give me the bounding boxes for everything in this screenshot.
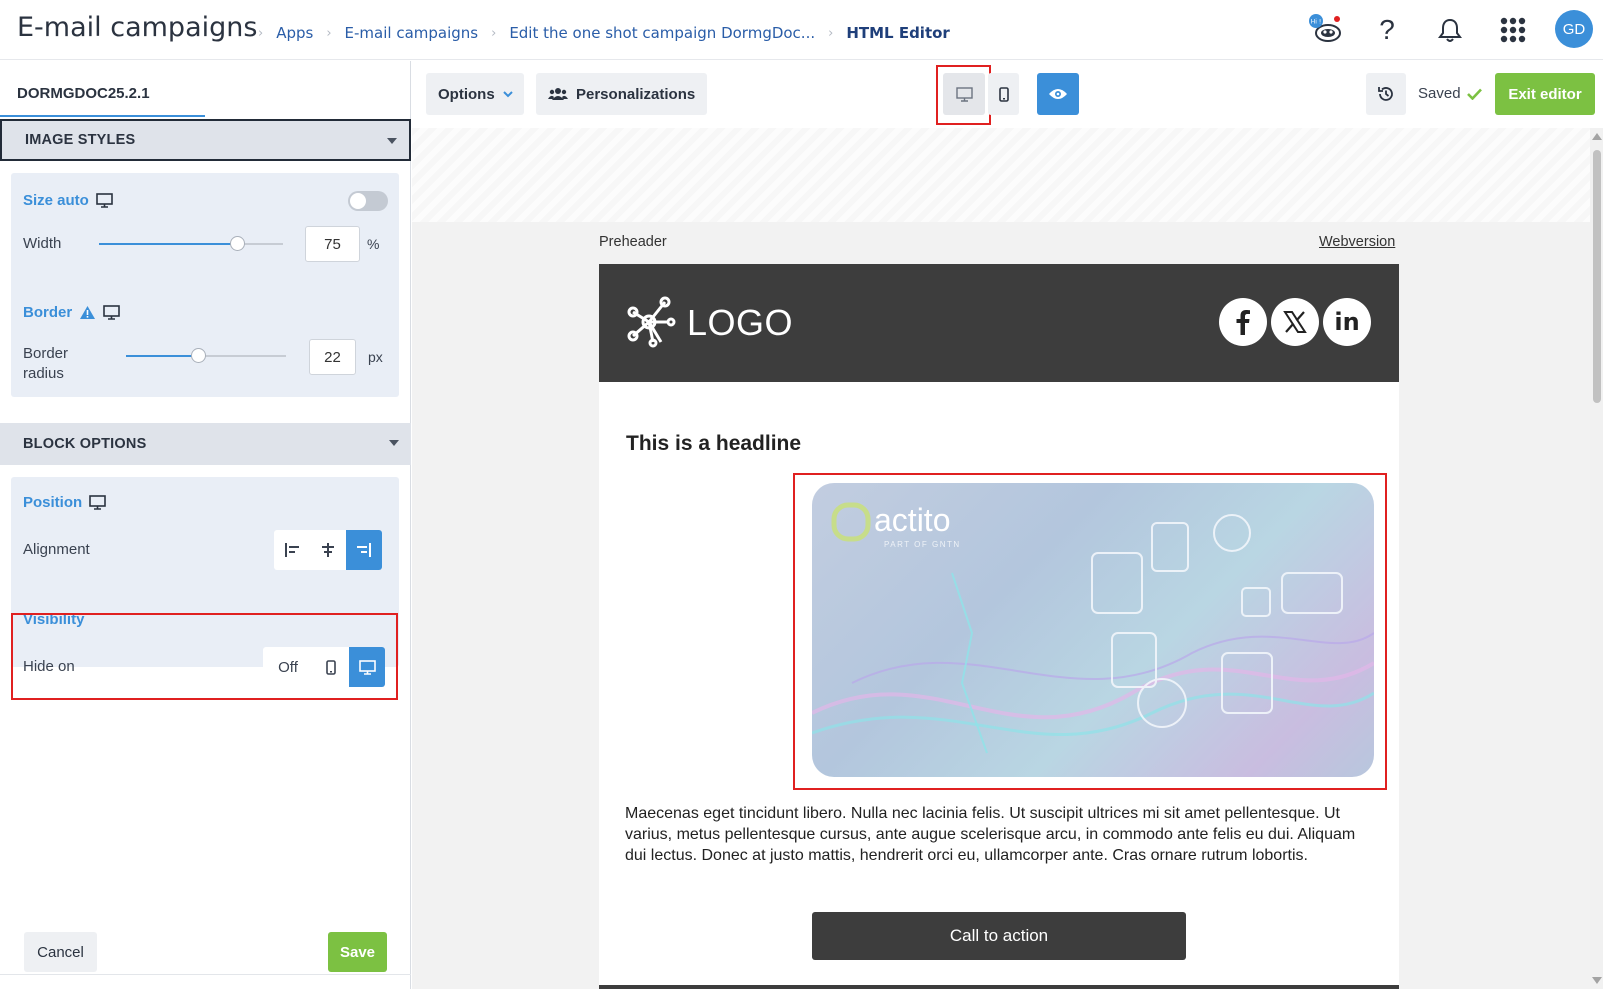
border-radius-unit: px [368,349,383,365]
block-options-title: BLOCK OPTIONS [23,436,147,452]
breadcrumb-separator: › [491,25,497,41]
scrollbar-thumb[interactable] [1593,150,1601,403]
align-right-icon [357,543,371,557]
width-slider[interactable] [99,236,283,251]
block-options-header[interactable]: BLOCK OPTIONS [0,423,411,465]
image-styles-card: Size auto Width 75 % Border Border radiu… [11,173,399,397]
selected-image-highlight [793,473,1387,790]
email-header-block[interactable]: LOGO in [599,264,1399,382]
apps-grid-icon[interactable] [1493,10,1533,50]
personalizations-label: Personalizations [576,85,696,103]
align-right-button[interactable] [346,530,382,570]
canvas-scrollbar[interactable] [1590,128,1603,989]
breadcrumb: › Apps › E-mail campaigns › Edit the one… [258,24,950,42]
image-styles-header[interactable]: IMAGE STYLES [0,119,411,161]
border-radius-slider[interactable] [126,348,286,363]
preview-button[interactable] [1037,73,1079,115]
email-footer-edge [599,985,1399,989]
campaign-tab[interactable]: DORMGDOC25.2.1 [17,85,150,102]
warning-icon [80,306,96,319]
breadcrumb-separator: › [326,25,332,41]
breadcrumb-apps[interactable]: Apps [276,24,313,42]
toggle-knob [350,193,366,209]
position-heading: Position [23,494,106,511]
visibility-highlight [11,613,398,700]
border-heading: Border [23,304,120,321]
desktop-view-highlight [936,65,991,125]
width-input[interactable]: 75 [305,226,360,262]
tab-underline [0,115,205,117]
check-icon [1466,88,1482,100]
top-header: E-mail campaigns › Apps › E-mail campaig… [0,0,1603,60]
cancel-button[interactable]: Cancel [24,932,97,972]
width-slider-thumb[interactable] [230,236,245,251]
x-icon[interactable] [1271,298,1319,346]
breadcrumb-separator: › [828,25,834,41]
scroll-down-icon[interactable] [1592,977,1602,984]
assistant-badge: Hi ! [1311,19,1322,26]
align-left-button[interactable] [274,530,310,570]
properties-panel: DORMGDOC25.2.1 IMAGE STYLES Size auto Wi… [0,61,411,989]
desktop-icon [96,193,113,208]
save-status: Saved [1418,85,1482,102]
linkedin-icon[interactable]: in [1323,298,1371,346]
saved-label: Saved [1418,85,1461,102]
alignment-selector [274,530,382,570]
align-left-icon [285,543,299,557]
width-slider-fill [99,243,237,245]
desktop-icon [103,305,120,320]
eye-icon [1049,89,1067,99]
save-button[interactable]: Save [328,932,387,972]
image-styles-title: IMAGE STYLES [25,132,136,148]
mobile-view-button[interactable] [988,73,1019,115]
alignment-label: Alignment [23,541,90,558]
canvas-top-area [412,128,1590,222]
options-label: Options [438,85,495,103]
size-auto-heading: Size auto [23,192,113,209]
history-icon [1378,87,1393,101]
logo-network-icon [627,296,676,348]
mobile-icon [998,86,1009,102]
exit-editor-button[interactable]: Exit editor [1495,73,1595,115]
size-auto-label: Size auto [23,192,89,209]
logo-text: LOGO [687,302,794,343]
breadcrumb-separator: › [258,25,264,41]
align-center-icon [322,543,334,557]
assistant-icon[interactable]: Hi ! [1305,10,1345,50]
email-paragraph[interactable]: Maecenas eget tincidunt libero. Nulla ne… [625,803,1370,866]
border-radius-slider-thumb[interactable] [191,348,206,363]
border-radius-input[interactable]: 22 [309,339,356,375]
desktop-icon [89,495,106,510]
caret-down-icon [389,440,399,446]
size-auto-toggle[interactable] [348,191,388,211]
history-button[interactable] [1366,73,1406,115]
options-dropdown[interactable]: Options [426,73,524,115]
caret-down-icon [387,138,397,144]
call-to-action-button[interactable]: Call to action [812,912,1186,960]
align-center-button[interactable] [310,530,346,570]
bell-icon[interactable] [1430,10,1470,50]
webversion-link[interactable]: Webversion [1319,234,1395,250]
width-label: Width [23,235,62,252]
users-icon [548,88,568,100]
border-radius-label-line2: radius [23,365,64,382]
border-label: Border [23,304,73,321]
width-unit: % [367,236,380,252]
app-title: E-mail campaigns [17,12,258,43]
breadcrumb-email-campaigns[interactable]: E-mail campaigns [345,24,479,42]
personalizations-button[interactable]: Personalizations [536,73,707,115]
avatar[interactable]: GD [1555,10,1593,48]
border-radius-slider-fill [126,355,198,357]
breadcrumb-current: HTML Editor [846,24,950,42]
position-label: Position [23,494,83,511]
scroll-up-icon[interactable] [1592,133,1602,140]
chevron-down-icon [502,90,513,97]
preheader-text[interactable]: Preheader [599,234,667,250]
panel-footer-divider [0,974,411,975]
help-icon[interactable]: ? [1367,10,1407,50]
email-headline[interactable]: This is a headline [626,432,801,456]
border-radius-label-line1: Border [23,345,69,362]
breadcrumb-edit-campaign[interactable]: Edit the one shot campaign DormgDoc... [509,24,815,42]
facebook-icon[interactable] [1219,298,1267,346]
